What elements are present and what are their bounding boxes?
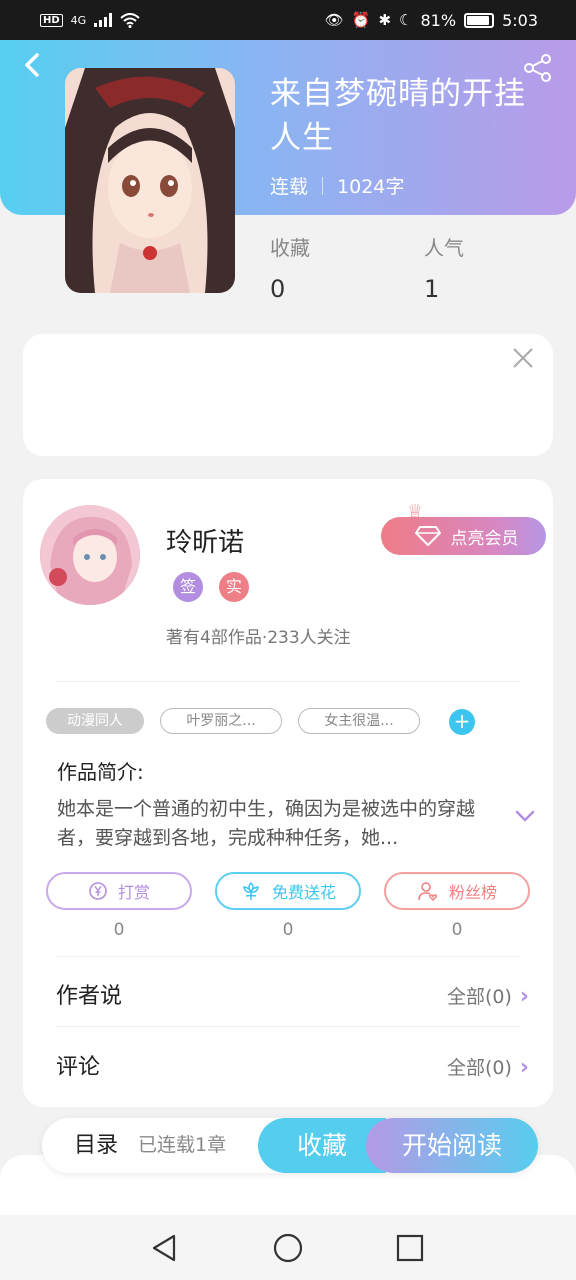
popularity-value: 1 — [424, 275, 440, 303]
vip-button[interactable]: 点亮会员 — [381, 517, 546, 555]
author-says-label: 作者说 — [56, 984, 123, 1009]
chapter-count: 已连载1章 — [138, 1134, 227, 1156]
yen-coin-icon — [89, 882, 107, 900]
meta-separator — [322, 176, 324, 195]
book-detail-card: 玲昕诺 签 实 著有4部作品·233人关注 ♕ 点亮会员 动漫同人 叶罗丽之..… — [23, 479, 553, 1107]
hd-icon: HD — [40, 13, 63, 27]
divider — [56, 681, 520, 682]
tip-label: 打赏 — [117, 883, 150, 902]
author-name[interactable]: 玲昕诺 — [166, 522, 244, 559]
triangle-back-icon — [152, 1234, 176, 1262]
avatar-illustration — [40, 505, 140, 605]
book-title: 来自梦碗晴的开挂人生 — [270, 76, 526, 156]
tag-item[interactable]: 叶罗丽之... — [160, 708, 282, 734]
alarm-icon: ⏰ — [351, 11, 371, 29]
cover-illustration — [65, 68, 235, 293]
flower-count: 0 — [282, 920, 294, 940]
comments-label: 评论 — [56, 1055, 101, 1080]
battery-percent: 81% — [420, 10, 457, 30]
chevron-down-icon — [515, 810, 535, 822]
verified-badge: 实 — [219, 572, 249, 602]
divider — [56, 1026, 520, 1027]
book-cover[interactable] — [65, 68, 235, 293]
comments-row[interactable]: 评论 全部(0) › — [56, 1033, 553, 1103]
comments-all[interactable]: 全部(0) › — [447, 1033, 529, 1103]
author-says-row[interactable]: 作者说 全部(0) › — [56, 962, 553, 1032]
tag-item[interactable]: 动漫同人 — [46, 708, 144, 734]
chevron-right-icon: › — [519, 984, 529, 1009]
eye-icon: 👁 — [324, 11, 344, 29]
fan-count: 0 — [451, 920, 463, 940]
diamond-icon — [414, 526, 441, 546]
network-type: 4G — [70, 13, 87, 27]
nav-recents-button[interactable] — [394, 1232, 426, 1264]
toc-button[interactable]: 目录 — [74, 1118, 118, 1173]
signed-badge: 签 — [173, 572, 203, 602]
popularity-stat: 人气 1 — [424, 232, 464, 303]
fan-user-icon — [418, 882, 438, 901]
divider — [56, 956, 520, 957]
battery-icon — [464, 12, 495, 28]
nav-home-button[interactable] — [272, 1232, 304, 1264]
popularity-label: 人气 — [424, 236, 464, 260]
status-left: HD 4G — [40, 12, 140, 28]
vip-label: 点亮会员 — [450, 528, 519, 549]
flower-icon — [243, 881, 259, 900]
ad-close-button[interactable] — [511, 346, 535, 370]
book-status: 连载 — [270, 176, 309, 198]
back-arrow-icon — [25, 53, 39, 77]
signal-icon — [94, 13, 113, 27]
close-icon — [513, 348, 533, 368]
status-bar: HD 4G 👁 ⏰ ✱ ☾ 81% 5:03 — [0, 0, 576, 40]
fan-ranking-label: 粉丝榜 — [448, 883, 497, 902]
tip-count: 0 — [113, 920, 125, 940]
bluetooth-icon: ✱ — [378, 11, 392, 29]
author-says-all[interactable]: 全部(0) › — [447, 962, 529, 1032]
intro-title: 作品简介: — [57, 760, 144, 784]
start-reading-button[interactable]: 开始阅读 — [366, 1118, 538, 1173]
circle-home-icon — [273, 1233, 303, 1263]
author-avatar[interactable] — [40, 505, 140, 605]
fan-ranking-button[interactable]: 粉丝榜 — [384, 872, 530, 910]
favorites-label: 收藏 — [270, 236, 310, 260]
ad-banner[interactable] — [23, 334, 553, 456]
send-flower-button[interactable]: 免费送花 — [215, 872, 361, 910]
add-tag-button[interactable]: + — [449, 709, 475, 735]
author-stats: 著有4部作品·233人关注 — [166, 628, 351, 648]
word-count: 1024字 — [337, 176, 405, 198]
tag-item[interactable]: 女主很温... — [298, 708, 420, 734]
tip-button[interactable]: 打赏 — [46, 872, 192, 910]
back-button[interactable] — [18, 50, 48, 80]
nav-back-button[interactable] — [148, 1232, 180, 1264]
intro-text: 她本是一个普通的初中生，确因为是被选中的穿越者，要穿越到各地，完成种种任务，她.… — [57, 798, 476, 849]
comments-count: 全部(0) — [447, 1057, 512, 1079]
favorites-stat: 收藏 0 — [270, 232, 310, 303]
clock: 5:03 — [502, 10, 538, 30]
chevron-right-icon: › — [519, 1055, 529, 1080]
moon-icon: ☾ — [399, 11, 413, 29]
send-flower-label: 免费送花 — [271, 883, 336, 902]
square-recents-icon — [396, 1234, 424, 1262]
wifi-icon — [120, 12, 140, 28]
status-right: 👁 ⏰ ✱ ☾ 81% 5:03 — [325, 11, 538, 30]
system-nav-bar — [0, 1215, 576, 1280]
expand-intro-button[interactable] — [514, 808, 536, 824]
favorites-value: 0 — [270, 275, 286, 303]
author-says-count: 全部(0) — [447, 986, 512, 1008]
book-meta: 连载 1024字 — [270, 172, 404, 199]
